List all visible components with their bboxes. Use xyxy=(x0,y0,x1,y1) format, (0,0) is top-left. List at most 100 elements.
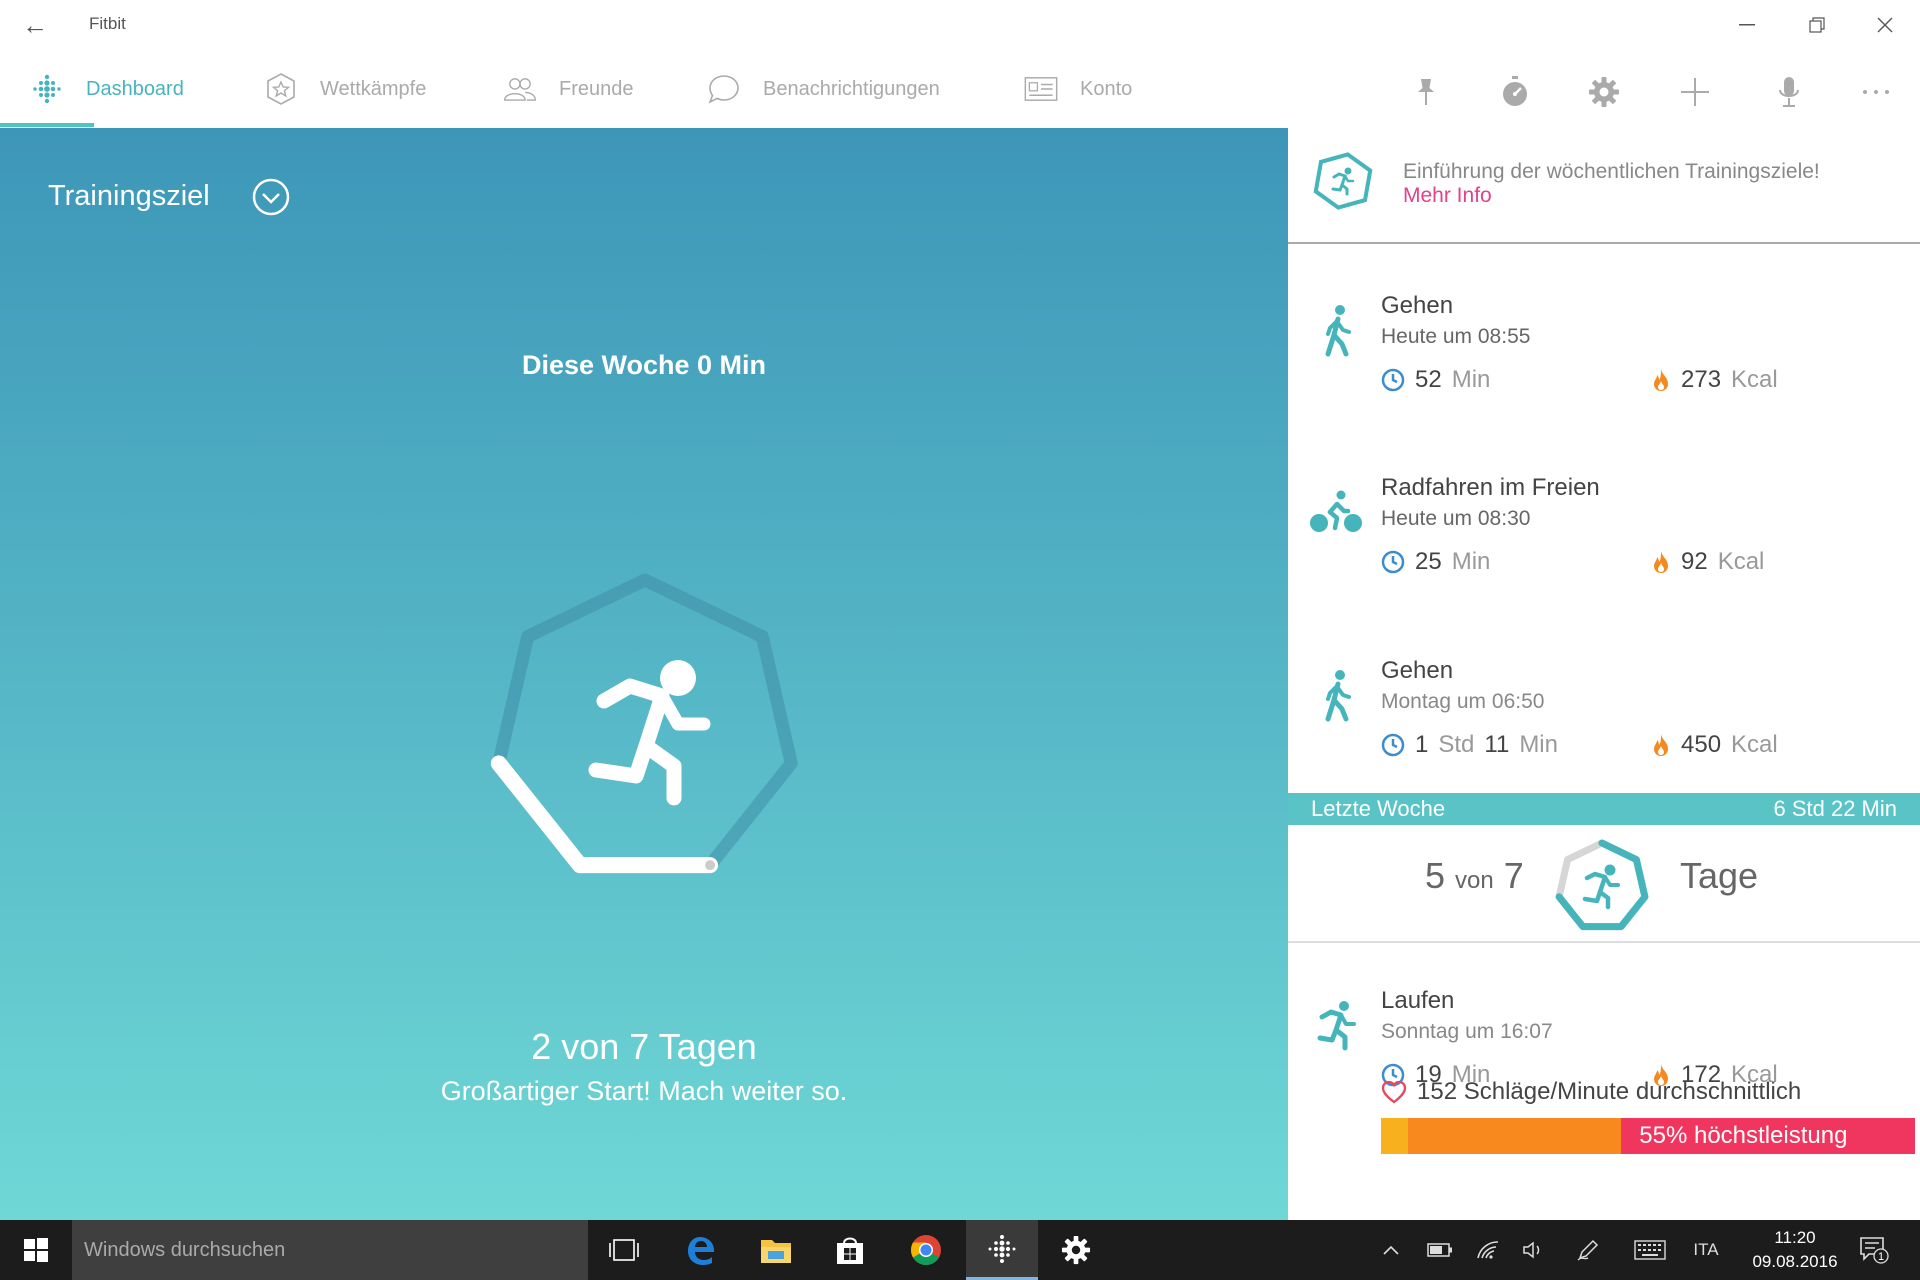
file-explorer-icon[interactable] xyxy=(740,1220,812,1280)
edge-icon[interactable] xyxy=(664,1220,736,1280)
goal-badge-icon xyxy=(1312,150,1374,212)
heart-rate-row: 152 Schläge/Minute durchschnittlich xyxy=(1381,1078,1801,1106)
last-week-label: Letzte Woche xyxy=(1311,796,1446,821)
taskbar-search-input[interactable]: Windows durchsuchen xyxy=(72,1220,588,1280)
goal-encouragement: Großartiger Start! Mach weiter so. xyxy=(440,1076,848,1106)
clock-date: 09.08.2016 xyxy=(1752,1252,1838,1271)
more-info-link[interactable]: Mehr Info xyxy=(1403,184,1492,208)
runner-icon xyxy=(1582,864,1620,910)
taskbar-clock[interactable]: 11:20 09.08.2016 xyxy=(1740,1226,1850,1274)
tab-konto[interactable]: Konto xyxy=(1024,50,1132,128)
activity-duration: 52 Min xyxy=(1381,366,1490,394)
language-indicator[interactable]: ITA xyxy=(1686,1220,1726,1280)
activity-name: Gehen xyxy=(1381,292,1454,319)
notification-center-icon[interactable]: 1 xyxy=(1852,1220,1896,1280)
chevron-up-icon[interactable] xyxy=(1376,1220,1406,1280)
close-button[interactable] xyxy=(1860,8,1910,42)
heart-rate-text: 152 Schläge/Minute durchschnittlich xyxy=(1417,1078,1802,1105)
week-minutes-label: Diese Woche 0 Min xyxy=(521,350,767,380)
task-view-icon[interactable] xyxy=(588,1220,660,1280)
restore-icon xyxy=(1809,17,1825,33)
id-card-icon xyxy=(1024,72,1058,106)
star-badge-icon xyxy=(264,72,298,106)
tab-benachrichtigungen[interactable]: Benachrichtigungen xyxy=(707,50,940,128)
activity-item[interactable]: Gehen Heute um 08:55 52 Min 273 Kcal xyxy=(1288,268,1920,448)
dots-icon xyxy=(30,72,64,106)
clock-icon xyxy=(1381,733,1405,757)
activity-duration: 25 Min xyxy=(1381,548,1490,576)
duration-unit: Min xyxy=(1451,366,1491,393)
stopwatch-icon[interactable] xyxy=(1495,72,1535,112)
tab-wettkaempfe[interactable]: Wettkämpfe xyxy=(264,50,426,128)
zone-label: 55% höchstleistung xyxy=(1639,1122,1848,1149)
activity-item[interactable]: Gehen Montag um 06:50 1 Std 11 Min 450 Kcal xyxy=(1288,633,1920,813)
flame-icon xyxy=(1654,369,1668,391)
last-week-count: 5 von 7 xyxy=(1425,855,1524,897)
activity-time: Sonntag um 16:07 xyxy=(1381,1020,1553,1043)
zone-segment xyxy=(1381,1118,1408,1154)
friends-icon xyxy=(503,72,537,106)
activity-name: Gehen xyxy=(1381,657,1454,684)
days-done: 5 xyxy=(1425,855,1446,896)
settings-icon[interactable] xyxy=(1040,1220,1112,1280)
pin-icon[interactable] xyxy=(1406,72,1446,112)
activity-time: Heute um 08:55 xyxy=(1381,325,1531,348)
of-label: von xyxy=(1455,867,1494,894)
duration-value: 52 xyxy=(1415,366,1442,393)
tab-label: Dashboard xyxy=(86,77,184,100)
minimize-icon xyxy=(1739,24,1755,26)
chrome-icon[interactable] xyxy=(890,1220,962,1280)
activity-name: Laufen xyxy=(1381,987,1455,1014)
days-total: 7 xyxy=(1503,855,1524,896)
activity-time: Heute um 08:30 xyxy=(1381,507,1531,530)
days-unit: Tage xyxy=(1680,855,1759,896)
chevron-down-icon[interactable] xyxy=(252,178,290,216)
activity-item[interactable]: Radfahren im Freien Heute um 08:30 25 Min… xyxy=(1288,450,1920,630)
keyboard-icon[interactable] xyxy=(1628,1220,1672,1280)
runner-icon xyxy=(588,660,711,806)
calories-unit: Kcal xyxy=(1731,731,1778,758)
flame-icon xyxy=(1654,734,1668,756)
wifi-icon[interactable] xyxy=(1468,1220,1508,1280)
duration-hours-unit: Std xyxy=(1438,731,1475,758)
bike-icon xyxy=(1308,484,1364,540)
store-icon[interactable] xyxy=(814,1220,886,1280)
calories-value: 92 xyxy=(1681,548,1708,575)
fitbit-icon[interactable] xyxy=(966,1220,1038,1280)
heart-icon xyxy=(1381,1080,1407,1104)
duration-minutes-unit: Min xyxy=(1519,731,1558,758)
pen-icon[interactable] xyxy=(1568,1220,1608,1280)
goal-progress-badge xyxy=(490,558,800,888)
back-arrow-icon[interactable]: ← xyxy=(22,10,48,41)
zone-segment-peak: 55% höchstleistung xyxy=(1621,1118,1915,1154)
tab-dashboard[interactable]: Dashboard xyxy=(30,50,184,128)
activity-time: Montag um 06:50 xyxy=(1381,690,1545,713)
clock-icon xyxy=(1381,550,1405,574)
start-button[interactable] xyxy=(0,1220,72,1280)
tab-label: Benachrichtigungen xyxy=(763,77,940,100)
zone-segment xyxy=(1407,1118,1622,1154)
duration-value: 25 xyxy=(1415,548,1442,575)
heart-zone-bar: 55% höchstleistung xyxy=(1381,1118,1915,1154)
tab-label: Konto xyxy=(1080,77,1133,100)
battery-icon[interactable] xyxy=(1420,1220,1460,1280)
flame-icon xyxy=(1654,551,1668,573)
minimize-button[interactable] xyxy=(1722,8,1772,42)
restore-button[interactable] xyxy=(1792,8,1842,42)
volume-icon[interactable] xyxy=(1514,1220,1554,1280)
last-week-summary[interactable]: 5 von 7 Tage xyxy=(1288,825,1920,943)
plus-icon[interactable] xyxy=(1675,72,1715,112)
microphone-icon[interactable] xyxy=(1769,72,1809,112)
gear-icon[interactable] xyxy=(1584,72,1624,112)
more-icon[interactable] xyxy=(1856,72,1896,112)
tab-label: Wettkämpfe xyxy=(320,77,427,100)
activity-calories: 273 Kcal xyxy=(1651,366,1778,394)
tab-freunde[interactable]: Freunde xyxy=(503,50,634,128)
calories-unit: Kcal xyxy=(1731,366,1778,393)
calories-value: 450 xyxy=(1681,731,1722,758)
goal-panel: Trainingsziel Diese Woche 0 Min 2 von 7 … xyxy=(0,128,1288,1220)
close-icon xyxy=(1877,17,1893,33)
week-progress-badge xyxy=(1552,837,1652,937)
activity-name: Radfahren im Freien xyxy=(1381,474,1600,501)
activity-calories: 92 Kcal xyxy=(1651,548,1764,576)
